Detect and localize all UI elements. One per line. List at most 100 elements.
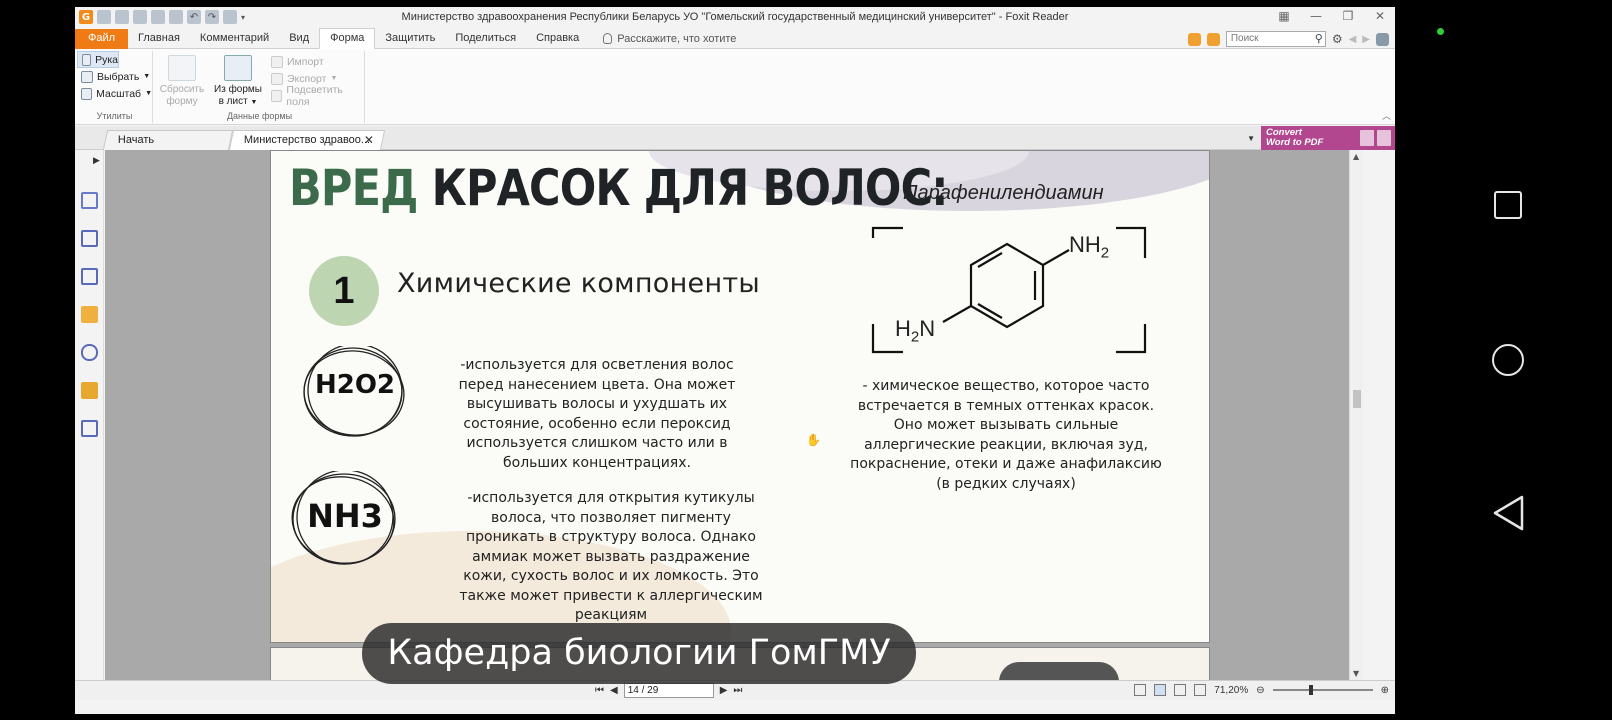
facing-view-icon[interactable]	[1174, 684, 1187, 696]
title-bar: G ↶ ↷ ▾ Министерство здравоохранения Рес…	[75, 7, 1395, 29]
find-folder-icon[interactable]	[1206, 32, 1220, 46]
group-form-data: Сбросить форму Из формы в лист ▼ Импорт …	[155, 51, 365, 123]
layers-icon[interactable]	[81, 268, 98, 285]
signatures-icon[interactable]	[81, 420, 98, 437]
chevron-down-icon: ▼	[250, 99, 258, 106]
zoom-tool-button[interactable]: Масштаб ▼	[77, 85, 152, 102]
import-button[interactable]: Импорт	[267, 53, 364, 70]
heading-green-word: ВРЕД	[289, 159, 418, 217]
comments-icon[interactable]	[81, 306, 98, 323]
search-icon[interactable]: ⚲	[1315, 32, 1323, 45]
ribbon-tabs: Файл Главная Комментарий Вид Форма Защит…	[75, 28, 1395, 49]
group-name-utilities: Утилиты	[96, 111, 133, 121]
tab-form[interactable]: Форма	[319, 28, 376, 49]
tell-me-text: Расскажите, что хотите	[617, 32, 737, 45]
convert-word-to-pdf-banner[interactable]: Convert Word to PDF	[1261, 126, 1395, 150]
import-icon	[271, 55, 283, 68]
first-page-icon[interactable]: ⏮	[595, 685, 604, 696]
form-data-small-buttons: Импорт Экспорт ▼ Подсветить поля	[267, 53, 364, 108]
feedback-icon[interactable]	[1187, 32, 1201, 46]
group-name-form-data: Данные формы	[226, 111, 293, 121]
home-icon[interactable]	[1492, 344, 1524, 376]
zoom-out-icon[interactable]: ⊖	[1256, 685, 1264, 696]
amine-group-bottom: H2N	[895, 316, 935, 345]
status-indicator-dot	[1437, 28, 1444, 35]
page-number-input[interactable]: 14 / 29	[623, 683, 714, 698]
expand-panel-icon[interactable]: ▶	[93, 156, 100, 166]
highlight-fields-checkbox[interactable]: Подсветить поля	[267, 84, 364, 108]
user-account-icon[interactable]	[1376, 32, 1389, 46]
tab-file[interactable]: Файл	[75, 28, 129, 49]
continuous-facing-view-icon[interactable]	[1194, 684, 1207, 696]
chevron-down-icon: ▼	[330, 75, 338, 82]
tab-list-dropdown-icon[interactable]: ▼	[1247, 134, 1255, 143]
prev-page-icon[interactable]: ◀	[610, 685, 618, 696]
amine-bottom-symbol-h: H	[895, 316, 911, 341]
nav-forward-arrow-icon[interactable]: ▶	[1362, 34, 1370, 45]
zoom-slider-handle[interactable]	[1308, 685, 1313, 695]
form-to-sheet-label-2: в лист	[218, 96, 248, 107]
bookmarks-icon[interactable]	[81, 192, 98, 209]
minimize-button[interactable]: —	[1307, 9, 1325, 23]
tab-help[interactable]: Справка	[526, 29, 589, 49]
page-navigator: ⏮ ◀ 14 / 29 ▶ ⏭	[595, 683, 742, 698]
doc-tab-current[interactable]: Министерство здравоо... ✕	[228, 130, 386, 150]
tab-view[interactable]: Вид	[279, 29, 319, 49]
decorative-shape	[999, 662, 1119, 680]
restore-button[interactable]: ❐	[1339, 9, 1357, 23]
hand-label: Рука	[95, 53, 118, 66]
chevron-down-icon: ▼	[145, 90, 152, 97]
doc-tab-start[interactable]: Начать	[102, 130, 234, 150]
select-tool-button[interactable]: Выбрать ▼	[77, 68, 152, 85]
security-lock-icon[interactable]	[81, 382, 98, 399]
p-phenylenediamine-structure: NH2 H2N	[871, 226, 1156, 356]
ribbon-display-icon[interactable]: ▦	[1275, 9, 1293, 23]
attachments-icon[interactable]	[81, 344, 98, 361]
scroll-down-icon[interactable]: ▼	[1353, 669, 1359, 678]
nav-back-arrow-icon[interactable]: ◀	[1349, 34, 1357, 45]
tab-share[interactable]: Поделиться	[445, 29, 526, 49]
hand-tool-button[interactable]: Рука	[77, 51, 119, 68]
continuous-view-icon[interactable]	[1154, 684, 1167, 696]
reset-form-button[interactable]: Сбросить форму	[155, 55, 209, 108]
amine-top-subscript: 2	[1100, 244, 1110, 262]
vertical-scrollbar[interactable]: ▲ ▼	[1349, 150, 1363, 680]
pages-icon[interactable]	[81, 230, 98, 247]
settings-gear-icon[interactable]: ⚙	[1332, 32, 1343, 46]
collapse-ribbon-icon[interactable]: ︿	[1382, 109, 1391, 122]
close-button[interactable]: ✕	[1371, 9, 1389, 23]
formula-nh3: NH3	[291, 471, 399, 567]
last-page-icon[interactable]: ⏭	[733, 685, 742, 696]
next-page-icon[interactable]: ▶	[720, 685, 728, 696]
document-viewer[interactable]: ВРЕД КРАСОК ДЛЯ ВОЛОС: Парафенилендиамин	[105, 150, 1349, 680]
scrollbar-thumb[interactable]	[1353, 390, 1361, 408]
amine-bottom-subscript: 2	[910, 328, 920, 346]
reset-form-label-2: форму	[166, 96, 198, 107]
zoom-in-icon[interactable]: ⊕	[1381, 685, 1389, 696]
tell-me-box[interactable]: Расскажите, что хотите	[589, 33, 736, 45]
page-heading: ВРЕД КРАСОК ДЛЯ ВОЛОС:	[289, 159, 949, 217]
document-tab-bar: Начать Министерство здравоо... ✕ ▼ Conve…	[75, 126, 1395, 150]
recents-icon[interactable]	[1494, 191, 1522, 219]
zoom-level[interactable]: 71,20%	[1214, 685, 1248, 696]
tab-comment[interactable]: Комментарий	[190, 29, 279, 49]
video-caption: Кафедра биологии ГомГМУ	[362, 623, 916, 684]
heading-rest: КРАСОК ДЛЯ ВОЛОС:	[431, 159, 949, 217]
single-page-view-icon[interactable]	[1134, 684, 1147, 696]
back-icon[interactable]	[1492, 495, 1526, 535]
reset-form-icon	[168, 55, 196, 81]
search-input[interactable]: Поиск ⚲	[1225, 31, 1326, 47]
tab-home[interactable]: Главная	[128, 29, 190, 49]
chevron-down-icon: ▼	[143, 73, 151, 80]
window-controls: ▦ — ❐ ✕	[1275, 9, 1389, 23]
section-title: Химические компоненты	[397, 268, 761, 299]
hand-cursor-icon: ✋	[806, 433, 821, 447]
tab-protect[interactable]: Защитить	[375, 29, 445, 49]
scroll-up-icon[interactable]: ▲	[1353, 152, 1359, 161]
close-tab-icon[interactable]: ✕	[364, 131, 374, 150]
form-to-sheet-icon	[224, 55, 252, 81]
doc-tab-start-label: Начать	[117, 134, 155, 146]
formula-h2o2-text: H2O2	[314, 370, 396, 400]
zoom-slider[interactable]	[1272, 685, 1373, 695]
form-to-sheet-button[interactable]: Из формы в лист ▼	[211, 55, 265, 109]
